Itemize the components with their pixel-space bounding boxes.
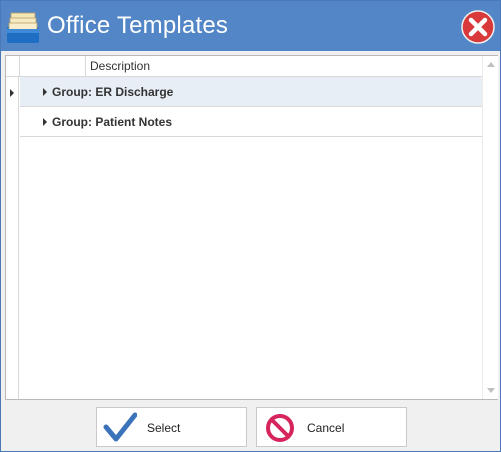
scroll-down-icon[interactable] <box>487 388 495 393</box>
header-indicator-cell <box>6 56 20 76</box>
group-label: Group: Patient Notes <box>52 115 173 129</box>
cancel-button[interactable]: Cancel <box>256 407 407 447</box>
title-bar[interactable]: Office Templates <box>1 1 500 51</box>
checkmark-icon <box>103 412 137 442</box>
group-label: Group: ER Discharge <box>52 85 174 99</box>
cancel-button-label: Cancel <box>307 421 345 435</box>
office-templates-dialog: Office Templates Description Group: ER D… <box>0 0 501 452</box>
group-row-er-discharge[interactable]: Group: ER Discharge <box>20 77 482 107</box>
header-description[interactable]: Description <box>90 59 150 73</box>
close-icon[interactable] <box>460 9 496 45</box>
header-expand-cell <box>20 56 86 76</box>
templates-grid[interactable]: Description Group: ER Discharge Group: P… <box>5 55 498 400</box>
current-row-indicator-icon <box>10 89 14 97</box>
prohibited-icon <box>266 414 294 442</box>
app-icon <box>7 12 39 43</box>
select-button-label: Select <box>147 421 181 435</box>
grid-header: Description <box>6 56 482 77</box>
window-title: Office Templates <box>47 12 229 39</box>
expand-arrow-icon[interactable] <box>43 118 47 126</box>
group-row-patient-notes[interactable]: Group: Patient Notes <box>20 107 482 137</box>
row-indicator-column <box>6 76 19 399</box>
vertical-scrollbar[interactable] <box>482 56 498 399</box>
expand-arrow-icon[interactable] <box>43 88 47 96</box>
scroll-up-icon[interactable] <box>487 62 495 67</box>
select-button[interactable]: Select <box>96 407 247 447</box>
